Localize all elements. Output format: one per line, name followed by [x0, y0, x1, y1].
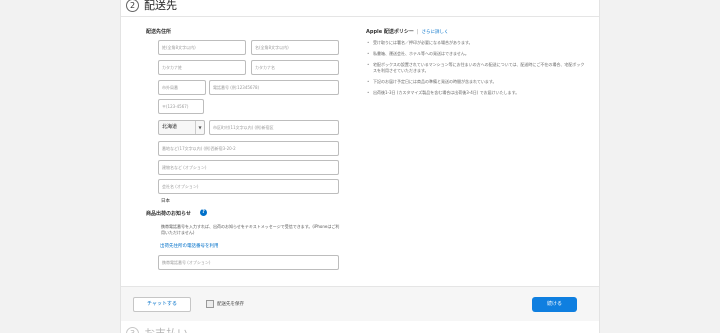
notification-title: 商品出荷のお知らせ — [146, 211, 191, 217]
step-number: 2 — [126, 0, 139, 12]
postal-code-input[interactable]: 〒(123-4567) — [158, 99, 204, 114]
continue-button[interactable]: 続ける — [532, 297, 577, 312]
phone-input[interactable]: 電話番号 (例:12345678) — [209, 80, 339, 95]
use-shipping-phone-link[interactable]: 出荷先住所の電話番号を利用 — [160, 243, 219, 249]
policy-list: 受け取りには署名／押印が必要になる場合があります。 私書箱、運送会社、ホテル等へ… — [366, 40, 586, 101]
next-step-title: お支払い — [144, 325, 188, 333]
chat-button[interactable]: チャットする — [133, 297, 191, 312]
policy-title: Apple 配送ポリシー — [366, 29, 414, 35]
info-icon[interactable]: ? — [200, 209, 207, 216]
first-name-input[interactable]: 名(全角8文字以内) — [251, 40, 339, 55]
street-input[interactable]: 番地など(17文字以内) (例)西新宿3-20-2 — [158, 141, 339, 156]
prefecture-select[interactable]: 北海道 ▼ — [158, 120, 205, 135]
policy-item: 受け取りには署名／押印が必要になる場合があります。 — [366, 40, 586, 46]
last-name-kana-input[interactable]: カタカナ姓 — [158, 60, 246, 75]
policy-item: 下記のお届け予定日には商品の準備と発送の時間が含まれています。 — [366, 79, 586, 85]
save-address-label: 配送先を保存 — [217, 302, 244, 307]
policy-header: Apple 配送ポリシー | さらに詳しく — [366, 28, 449, 36]
mobile-phone-input[interactable]: 携帯電話番号 (オプション) — [158, 255, 339, 270]
learn-more-link[interactable]: さらに詳しく — [422, 29, 449, 35]
step-title: 配送先 — [144, 0, 177, 12]
divider — [121, 16, 599, 17]
chevron-down-icon: ▼ — [195, 121, 204, 134]
footer-bar — [121, 287, 599, 321]
shipping-address-label: 配送先住所 — [146, 29, 172, 35]
notification-description: 携帯電話番号を入力すれば、出荷のお知らせをテキストメッセージで受信できます。(i… — [161, 224, 340, 235]
area-code-input[interactable]: 市外局番 — [158, 80, 206, 95]
next-step-number: 3 — [126, 326, 139, 333]
first-name-kana-input[interactable]: カタカナ名 — [251, 60, 339, 75]
country-label: 日本 — [161, 199, 170, 204]
city-input[interactable]: 市区町村(11文字以内) (例)新宿区 — [209, 120, 339, 135]
company-input[interactable]: 会社名 (オプション) — [158, 179, 339, 194]
policy-item: 出荷後1-3日 (カスタマイズ製品を含む場合は出荷後3-4日) でお届けいたしま… — [366, 90, 586, 96]
step-header: 2 配送先 — [126, 0, 177, 13]
prefecture-value: 北海道 — [162, 124, 178, 130]
building-input[interactable]: 建物名など (オプション) — [158, 160, 339, 175]
next-step-header: 3 お支払い — [126, 325, 188, 333]
save-address-checkbox[interactable] — [206, 300, 214, 308]
policy-item: 宅配ボックスの設置されているマンション等にお住まいの方への配送については、配送時… — [366, 62, 586, 74]
separator: | — [416, 28, 419, 35]
last-name-input[interactable]: 姓(全角8文字以内) — [158, 40, 246, 55]
policy-item: 私書箱、運送会社、ホテル等への発送はできません。 — [366, 51, 586, 57]
